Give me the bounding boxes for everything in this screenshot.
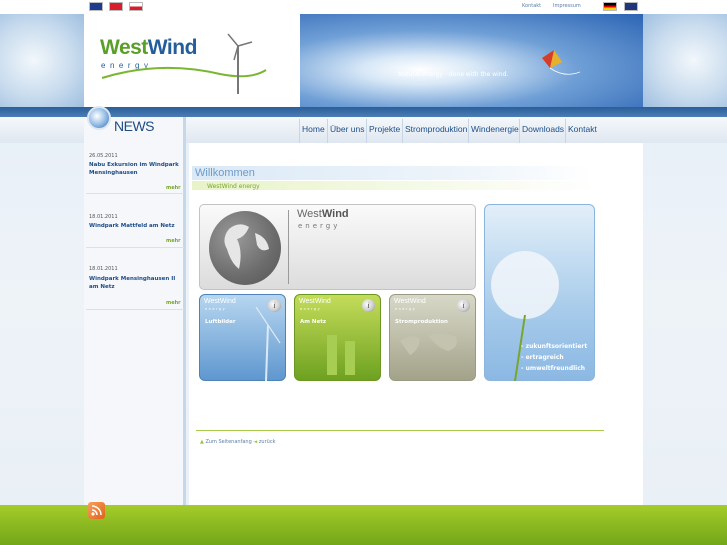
- nav-separator: [519, 119, 520, 143]
- tile-logo: WestWind: [299, 298, 331, 305]
- info-icon[interactable]: i: [362, 299, 375, 312]
- nav-kontakt[interactable]: Kontakt: [568, 124, 597, 134]
- news-date: 18.01.2011: [89, 214, 118, 220]
- nav-projekte[interactable]: Projekte: [369, 124, 400, 134]
- arrow-left-icon: ◄: [253, 439, 258, 445]
- news-more-link[interactable]: mehr: [166, 238, 181, 244]
- back-to-top-link[interactable]: Zum Seitenanfang: [205, 439, 251, 445]
- news-more-link[interactable]: mehr: [166, 185, 181, 191]
- nav-separator: [402, 119, 403, 143]
- page-title: Willkommen: [195, 167, 255, 179]
- nav-separator: [299, 119, 300, 143]
- wind-turbine-logo-icon: [101, 33, 267, 94]
- news-divider: [86, 309, 184, 310]
- content-divider: [196, 430, 604, 431]
- bottom-links: ▲ Zum Seitenanfang ◄ zurück: [200, 439, 275, 445]
- news-date: 18.01.2011: [89, 266, 118, 272]
- footer: [0, 505, 727, 545]
- news-headline[interactable]: Nabu Exkursion im Windpark Mensinghausen: [89, 161, 181, 177]
- nav-separator: [327, 119, 328, 143]
- globe-icon: [209, 211, 281, 285]
- news-headline[interactable]: Windpark Mattfeld am Netz: [89, 222, 181, 230]
- intro-logo-wind: Wind: [321, 208, 349, 220]
- tile-energy: energy: [395, 307, 417, 311]
- top-link-impressum[interactable]: Impressum: [553, 3, 581, 9]
- rss-symbol-icon: [91, 505, 102, 516]
- clock-icon: [87, 106, 111, 130]
- news-more-link[interactable]: mehr: [166, 300, 181, 306]
- kite-icon: [542, 50, 580, 75]
- intro-divider: [288, 210, 289, 284]
- flag-australia-icon[interactable]: [89, 2, 103, 11]
- tile-label: Am Netz: [300, 319, 327, 325]
- header-banner: [300, 14, 643, 107]
- news-divider: [86, 247, 184, 248]
- nav-ueber-uns[interactable]: Über uns: [330, 124, 365, 134]
- slogan: Natural energy - done with the wind.: [398, 71, 509, 78]
- tile-logo: WestWind: [394, 298, 426, 305]
- page-subtitle: WestWind energy: [207, 183, 260, 190]
- intro-logo: WestWind: [297, 208, 349, 220]
- tile-energy: energy: [300, 307, 322, 311]
- flag-germany-icon[interactable]: [603, 2, 617, 11]
- tile-logo: WestWind: [204, 298, 236, 305]
- sky-left: [0, 14, 84, 107]
- nav-separator: [565, 119, 566, 143]
- nav-separator: [366, 119, 367, 143]
- nav-separator: [468, 119, 469, 143]
- top-link-kontakt[interactable]: Kontakt: [522, 3, 541, 9]
- flag-uk-icon[interactable]: [624, 2, 638, 11]
- rss-icon[interactable]: [88, 502, 105, 519]
- flag-poland-icon[interactable]: [129, 2, 143, 11]
- dandelion-line: - ertragreich: [521, 354, 564, 361]
- tile-label: Luftbilder: [205, 319, 236, 325]
- news-title: NEWS: [114, 118, 155, 134]
- news-date: 26.05.2011: [89, 153, 118, 159]
- sky-right: [643, 14, 727, 107]
- tile-label: Stromproduktion: [395, 319, 448, 325]
- continents-icon: [224, 224, 269, 269]
- dandelion-line: - umweltfreundlich: [521, 365, 586, 372]
- back-link[interactable]: zurück: [259, 439, 276, 445]
- news-divider: [86, 193, 184, 194]
- info-icon[interactable]: i: [457, 299, 470, 312]
- nav-downloads[interactable]: Downloads: [522, 124, 564, 134]
- news-headline[interactable]: Windpark Mensinghausen II am Netz: [89, 275, 181, 291]
- tile-energy: energy: [205, 307, 227, 311]
- intro-logo-energy: energy: [298, 222, 341, 230]
- flag-turkey-icon[interactable]: [109, 2, 123, 11]
- nav-home[interactable]: Home: [302, 124, 325, 134]
- intro-logo-west: West: [297, 208, 322, 220]
- dandelion-line: - zukunftsorientiert: [521, 343, 588, 350]
- nav-stromproduktion[interactable]: Stromproduktion: [405, 124, 467, 134]
- info-icon[interactable]: i: [268, 299, 281, 312]
- arrow-up-icon: ▲: [200, 439, 204, 445]
- nav-windenergie[interactable]: Windenergie: [471, 124, 519, 134]
